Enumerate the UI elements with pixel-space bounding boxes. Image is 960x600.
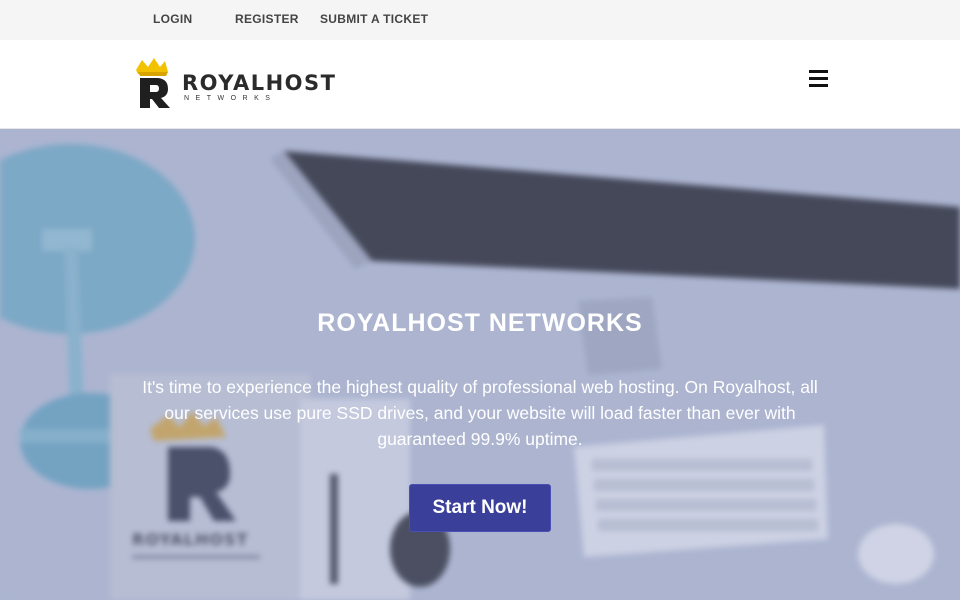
login-link[interactable]: LOGIN: [153, 12, 193, 26]
submit-ticket-link[interactable]: SUBMIT A TICKET: [320, 12, 428, 26]
site-header: ROYALHOST NETWORKS: [0, 40, 960, 129]
logo-tagline: NETWORKS: [184, 95, 277, 102]
crown-r-logo-icon: [136, 58, 170, 108]
site-logo[interactable]: ROYALHOST NETWORKS: [132, 58, 335, 112]
hero-description: It's time to experience the highest qual…: [142, 377, 818, 449]
top-utility-bar: LOGIN REGISTER SUBMIT A TICKET: [0, 0, 960, 40]
hero-section: ROYALHOST ROYALHOST NETWORKS It's time t…: [0, 129, 960, 600]
hero-title: ROYALHOST NETWORKS: [317, 309, 643, 337]
hamburger-menu-icon[interactable]: [806, 67, 832, 91]
start-now-button[interactable]: Start Now!: [409, 484, 551, 532]
logo-name: ROYALHOST: [182, 71, 337, 95]
register-link[interactable]: REGISTER: [235, 12, 299, 26]
